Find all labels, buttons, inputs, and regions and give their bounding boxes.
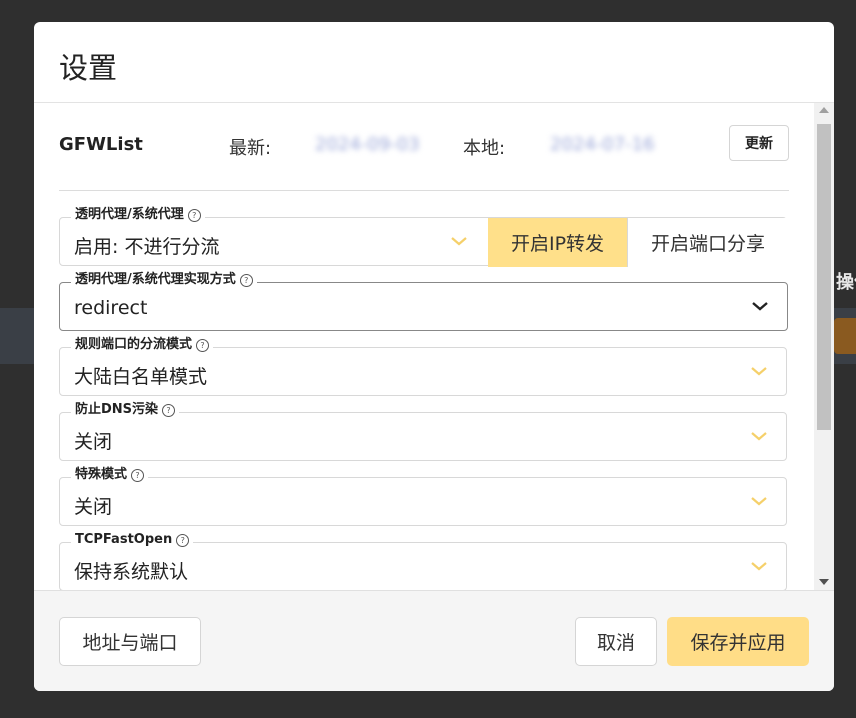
rule-port-mode-value: 大陆白名单模式 xyxy=(74,366,208,388)
dialog-title: 设置 xyxy=(59,51,118,85)
rule-port-mode-select[interactable]: 大陆白名单模式 xyxy=(59,347,787,396)
settings-dialog: 设置 GFWList 最新: 2024-09-03 本地: 2024-07-16… xyxy=(34,22,834,691)
proxy-method-legend: 透明代理/系统代理实现方式 ? xyxy=(71,272,257,288)
vertical-scrollbar[interactable] xyxy=(814,103,834,590)
save-apply-button[interactable]: 保存并应用 xyxy=(667,617,809,666)
tcp-fast-open-legend: TCPFastOpen ? xyxy=(71,532,194,548)
special-mode-legend-text: 特殊模式 xyxy=(75,467,128,482)
chevron-down-icon xyxy=(751,562,767,571)
latest-label: 最新: xyxy=(229,138,272,159)
proxy-method-value: redirect xyxy=(74,297,148,319)
scroll-up-arrow-icon[interactable] xyxy=(819,107,829,113)
tcp-fast-open-legend-text: TCPFastOpen xyxy=(75,532,173,547)
help-icon[interactable]: ? xyxy=(239,273,253,287)
divider xyxy=(59,190,789,191)
rule-port-mode-legend: 规则端口的分流模式 ? xyxy=(71,337,214,353)
dialog-footer: 地址与端口 取消 保存并应用 xyxy=(34,590,834,691)
background-operations-label: 操作 xyxy=(836,272,856,293)
tcp-fast-open-field: 保持系统默认 TCPFastOpen ? xyxy=(59,532,787,590)
ip-forward-button[interactable]: 开启IP转发 xyxy=(488,218,627,267)
proxy-value: 启用: 不进行分流 xyxy=(74,236,220,258)
chevron-down-icon xyxy=(751,497,767,506)
proxy-method-legend-text: 透明代理/系统代理实现方式 xyxy=(75,272,236,287)
help-icon[interactable]: ? xyxy=(187,208,201,222)
chevron-down-icon xyxy=(751,367,767,376)
proxy-method-field: redirect 透明代理/系统代理实现方式 ? xyxy=(59,272,788,331)
anti-dns-select[interactable]: 关闭 xyxy=(59,412,787,461)
proxy-select[interactable]: 启用: 不进行分流 开启IP转发 开启端口分享 xyxy=(59,217,788,267)
chevron-down-icon xyxy=(751,432,767,441)
scroll-thumb[interactable] xyxy=(817,124,831,430)
gfwlist-row: GFWList 最新: 2024-09-03 本地: 2024-07-16 更新 xyxy=(59,125,789,165)
local-date: 2024-07-16 xyxy=(550,134,655,155)
tcp-fast-open-value: 保持系统默认 xyxy=(74,561,189,583)
background-button xyxy=(834,318,856,354)
anti-dns-legend: 防止DNS污染 ? xyxy=(71,402,180,418)
latest-date: 2024-09-03 xyxy=(315,134,420,155)
tcp-fast-open-select[interactable]: 保持系统默认 xyxy=(59,542,787,590)
gfwlist-name: GFWList xyxy=(59,134,143,155)
special-mode-value: 关闭 xyxy=(74,496,113,518)
help-icon[interactable]: ? xyxy=(176,533,190,547)
rule-port-mode-legend-text: 规则端口的分流模式 xyxy=(75,337,193,352)
port-share-button[interactable]: 开启端口分享 xyxy=(627,218,788,267)
local-label: 本地: xyxy=(463,138,506,159)
cancel-button[interactable]: 取消 xyxy=(575,617,657,666)
help-icon[interactable]: ? xyxy=(196,338,210,352)
chevron-down-icon xyxy=(451,237,467,246)
help-icon[interactable]: ? xyxy=(131,468,145,482)
anti-dns-legend-text: 防止DNS污染 xyxy=(75,402,159,417)
address-port-button[interactable]: 地址与端口 xyxy=(59,617,201,666)
special-mode-legend: 特殊模式 ? xyxy=(71,467,149,483)
dialog-body: GFWList 最新: 2024-09-03 本地: 2024-07-16 更新… xyxy=(34,103,814,590)
proxy-legend: 透明代理/系统代理 ? xyxy=(71,207,205,223)
anti-dns-value: 关闭 xyxy=(74,431,113,453)
rule-port-mode-field: 大陆白名单模式 规则端口的分流模式 ? xyxy=(59,337,787,396)
anti-dns-field: 关闭 防止DNS污染 ? xyxy=(59,402,787,461)
special-mode-select[interactable]: 关闭 xyxy=(59,477,787,526)
special-mode-field: 关闭 特殊模式 ? xyxy=(59,467,787,526)
proxy-legend-text: 透明代理/系统代理 xyxy=(75,207,184,222)
update-button[interactable]: 更新 xyxy=(729,125,789,161)
dialog-header: 设置 xyxy=(34,22,834,103)
proxy-method-select[interactable]: redirect xyxy=(59,282,788,331)
chevron-down-icon xyxy=(752,302,768,311)
scroll-down-arrow-icon[interactable] xyxy=(819,579,829,585)
proxy-field: 启用: 不进行分流 开启IP转发 开启端口分享 透明代理/系统代理 ? xyxy=(59,207,788,267)
help-icon[interactable]: ? xyxy=(162,403,176,417)
